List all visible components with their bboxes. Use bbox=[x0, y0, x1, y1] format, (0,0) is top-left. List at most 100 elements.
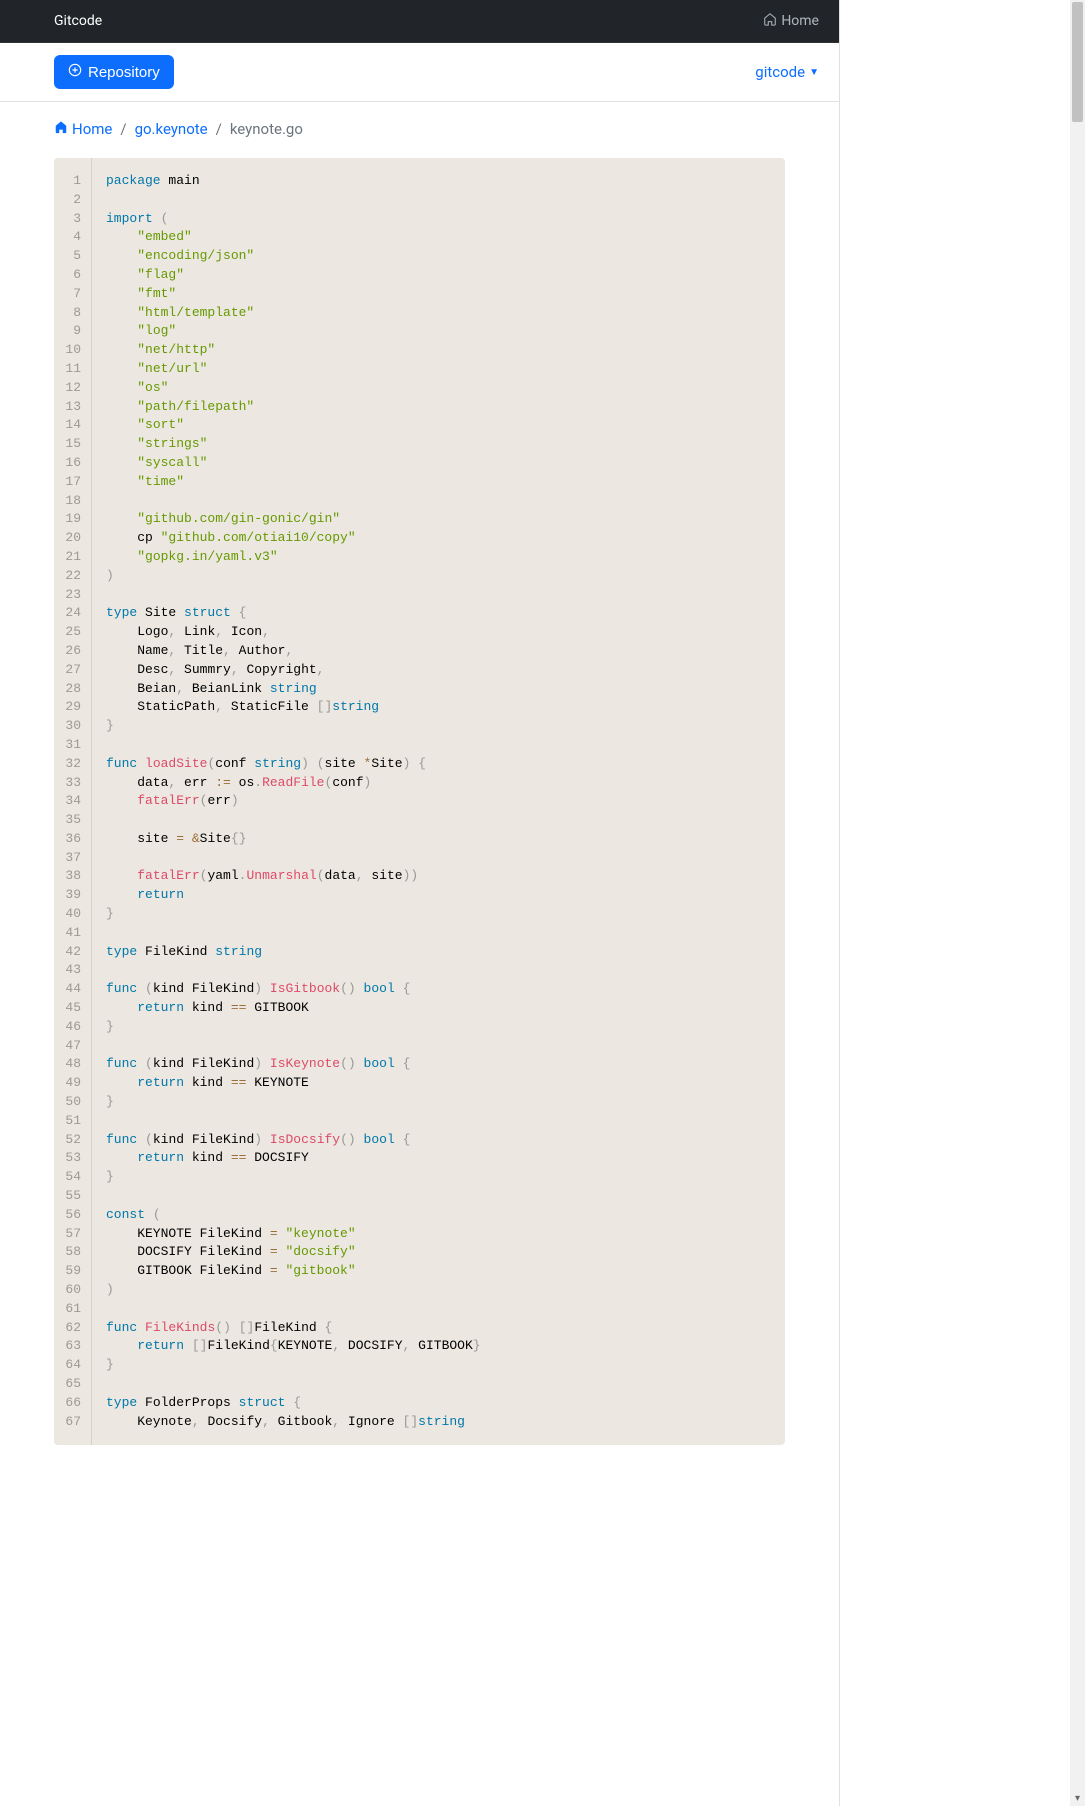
navbar-home-link[interactable]: Home bbox=[763, 12, 819, 30]
line-number: 55 bbox=[54, 1187, 91, 1206]
line-number: 65 bbox=[54, 1375, 91, 1394]
home-icon bbox=[54, 120, 68, 138]
line-number: 15 bbox=[54, 435, 91, 454]
line-number: 52 bbox=[54, 1131, 91, 1150]
breadcrumb-path-1[interactable]: go.keynote bbox=[135, 120, 208, 138]
home-icon bbox=[763, 12, 777, 30]
line-number: 17 bbox=[54, 473, 91, 492]
code-line: return bbox=[106, 886, 771, 905]
code-line bbox=[106, 736, 771, 755]
code-line: cp "github.com/otiai10/copy" bbox=[106, 529, 771, 548]
line-number: 30 bbox=[54, 717, 91, 736]
repository-button[interactable]: Repository bbox=[54, 55, 174, 89]
line-number: 13 bbox=[54, 398, 91, 417]
code-line: Name, Title, Author, bbox=[106, 642, 771, 661]
line-number: 21 bbox=[54, 548, 91, 567]
navbar-home-label: Home bbox=[781, 13, 819, 29]
line-number: 41 bbox=[54, 924, 91, 943]
navbar-brand[interactable]: Gitcode bbox=[20, 13, 102, 29]
code-content[interactable]: package mainimport ( "embed" "encoding/j… bbox=[92, 158, 785, 1445]
code-line bbox=[106, 1037, 771, 1056]
code-line: KEYNOTE FileKind = "keynote" bbox=[106, 1225, 771, 1244]
line-number: 36 bbox=[54, 830, 91, 849]
line-number: 25 bbox=[54, 623, 91, 642]
line-number: 49 bbox=[54, 1074, 91, 1093]
code-line: "html/template" bbox=[106, 304, 771, 323]
code-line: "time" bbox=[106, 473, 771, 492]
line-number: 39 bbox=[54, 886, 91, 905]
code-line bbox=[106, 1300, 771, 1319]
code-line bbox=[106, 191, 771, 210]
code-line bbox=[106, 586, 771, 605]
line-number: 37 bbox=[54, 849, 91, 868]
line-number: 32 bbox=[54, 755, 91, 774]
line-number: 58 bbox=[54, 1243, 91, 1262]
line-number: 31 bbox=[54, 736, 91, 755]
line-number: 18 bbox=[54, 492, 91, 511]
code-line bbox=[106, 849, 771, 868]
user-dropdown-label: gitcode bbox=[755, 63, 805, 81]
line-number: 27 bbox=[54, 661, 91, 680]
code-line: "net/url" bbox=[106, 360, 771, 379]
code-line: "os" bbox=[106, 379, 771, 398]
code-line: func loadSite(conf string) (site *Site) … bbox=[106, 755, 771, 774]
code-line bbox=[106, 961, 771, 980]
code-line: } bbox=[106, 905, 771, 924]
line-number: 23 bbox=[54, 586, 91, 605]
code-line bbox=[106, 492, 771, 511]
code-line: "log" bbox=[106, 322, 771, 341]
code-line: fatalErr(yaml.Unmarshal(data, site)) bbox=[106, 867, 771, 886]
scrollbar-thumb[interactable] bbox=[1072, 2, 1083, 122]
line-number: 19 bbox=[54, 510, 91, 529]
code-line: Keynote, Docsify, Gitbook, Ignore []stri… bbox=[106, 1413, 771, 1432]
line-number: 34 bbox=[54, 792, 91, 811]
line-number: 10 bbox=[54, 341, 91, 360]
code-line: fatalErr(err) bbox=[106, 792, 771, 811]
code-line: StaticPath, StaticFile []string bbox=[106, 698, 771, 717]
breadcrumb-home[interactable]: Home bbox=[54, 120, 112, 138]
line-number: 44 bbox=[54, 980, 91, 999]
code-line: ) bbox=[106, 567, 771, 586]
code-line bbox=[106, 1375, 771, 1394]
line-number: 20 bbox=[54, 529, 91, 548]
breadcrumb-separator: / bbox=[216, 120, 222, 138]
scrollbar-vertical[interactable]: ▾ bbox=[1070, 0, 1085, 1806]
code-line: "encoding/json" bbox=[106, 247, 771, 266]
code-line: GITBOOK FileKind = "gitbook" bbox=[106, 1262, 771, 1281]
code-line: "path/filepath" bbox=[106, 398, 771, 417]
line-number: 56 bbox=[54, 1206, 91, 1225]
code-line: } bbox=[106, 1018, 771, 1037]
line-number: 12 bbox=[54, 379, 91, 398]
line-number: 8 bbox=[54, 304, 91, 323]
line-number: 45 bbox=[54, 999, 91, 1018]
scrollbar-arrow-down-icon[interactable]: ▾ bbox=[1070, 1791, 1085, 1806]
line-number-gutter: 1234567891011121314151617181920212223242… bbox=[54, 158, 92, 1445]
code-line: func (kind FileKind) IsDocsify() bool { bbox=[106, 1131, 771, 1150]
code-line: "sort" bbox=[106, 416, 771, 435]
code-line: func (kind FileKind) IsKeynote() bool { bbox=[106, 1055, 771, 1074]
line-number: 59 bbox=[54, 1262, 91, 1281]
code-line: package main bbox=[106, 172, 771, 191]
repository-button-label: Repository bbox=[88, 64, 160, 81]
code-line: "net/http" bbox=[106, 341, 771, 360]
line-number: 61 bbox=[54, 1300, 91, 1319]
breadcrumb-separator: / bbox=[120, 120, 126, 138]
breadcrumb-current: keynote.go bbox=[230, 120, 303, 138]
code-line bbox=[106, 811, 771, 830]
code-line: return kind == GITBOOK bbox=[106, 999, 771, 1018]
line-number: 5 bbox=[54, 247, 91, 266]
code-line: "fmt" bbox=[106, 285, 771, 304]
user-dropdown[interactable]: gitcode ▼ bbox=[755, 63, 819, 81]
line-number: 4 bbox=[54, 228, 91, 247]
line-number: 1 bbox=[54, 172, 91, 191]
line-number: 38 bbox=[54, 867, 91, 886]
code-line: ) bbox=[106, 1281, 771, 1300]
line-number: 2 bbox=[54, 191, 91, 210]
line-number: 64 bbox=[54, 1356, 91, 1375]
code-line: Desc, Summry, Copyright, bbox=[106, 661, 771, 680]
line-number: 22 bbox=[54, 567, 91, 586]
code-line: } bbox=[106, 717, 771, 736]
line-number: 66 bbox=[54, 1394, 91, 1413]
code-line: type FolderProps struct { bbox=[106, 1394, 771, 1413]
line-number: 57 bbox=[54, 1225, 91, 1244]
